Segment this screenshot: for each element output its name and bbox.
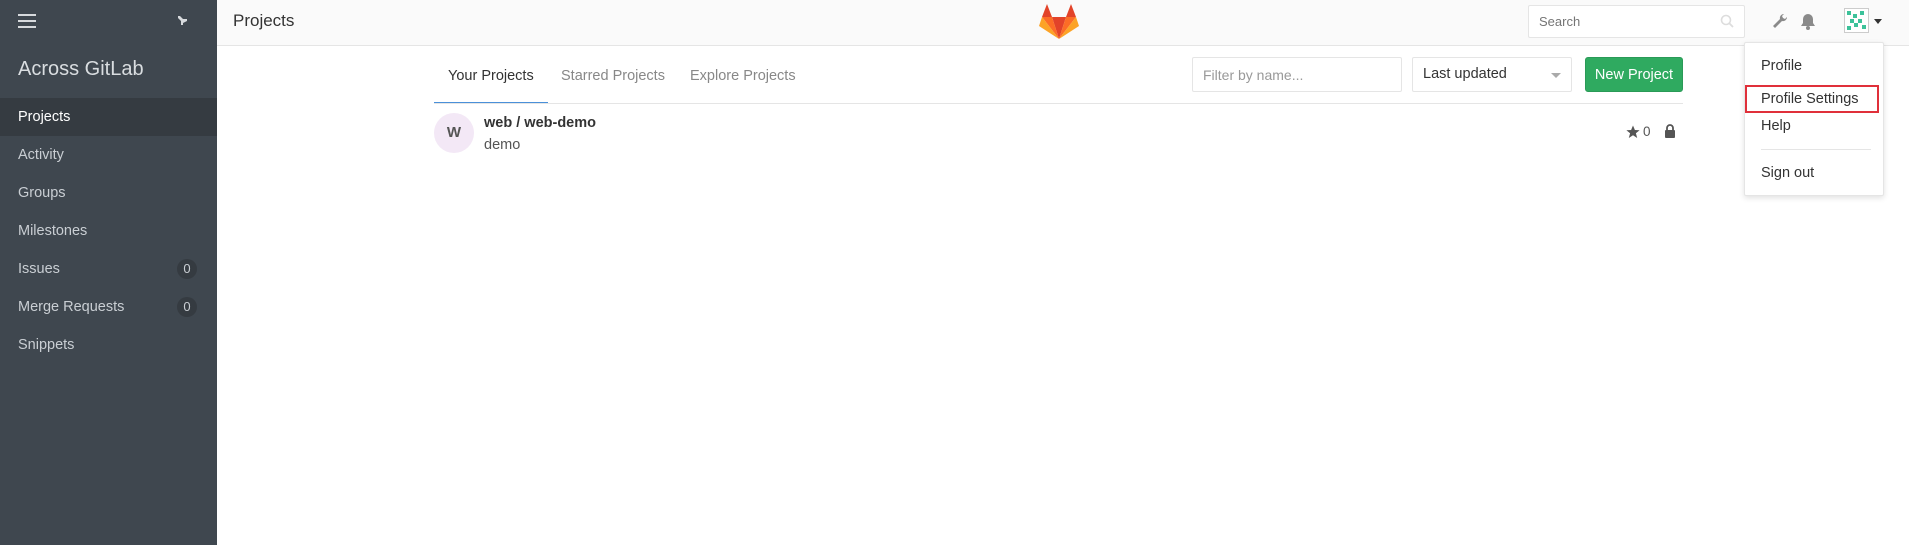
- pin-icon[interactable]: [172, 11, 192, 31]
- issues-count-badge: 0: [177, 259, 197, 279]
- star-count: 0: [1643, 124, 1651, 139]
- sidebar-item-label: Snippets: [18, 337, 75, 353]
- bell-icon[interactable]: [1797, 11, 1819, 33]
- sidebar-nav: Projects Activity Groups Milestones Issu…: [0, 98, 217, 364]
- brand-name[interactable]: Across GitLab: [18, 58, 144, 81]
- menu-item-profile[interactable]: Profile: [1745, 52, 1885, 80]
- tab-starred-projects[interactable]: Starred Projects: [561, 56, 665, 104]
- sidebar-item-projects[interactable]: Projects: [0, 98, 217, 136]
- tab-your-projects[interactable]: Your Projects: [434, 56, 548, 104]
- sidebar-item-milestones[interactable]: Milestones: [0, 212, 217, 250]
- star-icon: [1626, 125, 1640, 138]
- sidebar-item-label: Groups: [18, 185, 66, 201]
- sort-dropdown[interactable]: Last updated: [1412, 57, 1572, 92]
- sidebar-top: [0, 0, 217, 46]
- menu-item-profile-settings[interactable]: Profile Settings: [1745, 85, 1879, 113]
- project-avatar[interactable]: W: [434, 113, 474, 153]
- wrench-icon[interactable]: [1769, 11, 1791, 33]
- sidebar-item-label: Activity: [18, 147, 64, 163]
- sidebar-item-merge-requests[interactable]: Merge Requests 0: [0, 288, 217, 326]
- project-name-link[interactable]: web / web-demo: [484, 115, 596, 131]
- sidebar-item-label: Issues: [18, 261, 60, 277]
- filter-by-name-input[interactable]: [1192, 57, 1402, 92]
- user-avatar[interactable]: [1844, 8, 1869, 33]
- sidebar-item-activity[interactable]: Activity: [0, 136, 217, 174]
- sidebar-item-label: Merge Requests: [18, 299, 125, 315]
- search-icon: [1720, 14, 1734, 28]
- search-box[interactable]: [1528, 5, 1745, 38]
- menu-item-help[interactable]: Help: [1745, 112, 1885, 140]
- merge-requests-count-badge: 0: [177, 297, 197, 317]
- list-item: W web / web-demo demo 0: [434, 113, 1683, 157]
- new-project-button[interactable]: New Project: [1585, 57, 1683, 92]
- top-header: Projects: [217, 0, 1909, 46]
- sort-selected-value: Last updated: [1423, 66, 1507, 82]
- gitlab-logo-icon[interactable]: [1039, 3, 1079, 41]
- tab-explore-projects[interactable]: Explore Projects: [690, 56, 796, 104]
- hamburger-menu-icon[interactable]: [18, 14, 36, 28]
- sidebar-item-label: Projects: [18, 109, 71, 125]
- sidebar-item-issues[interactable]: Issues 0: [0, 250, 217, 288]
- menu-divider: [1761, 149, 1871, 150]
- sidebar-item-snippets[interactable]: Snippets: [0, 326, 217, 364]
- tabs-divider: [434, 103, 1683, 104]
- lock-icon: [1665, 124, 1675, 138]
- page-title: Projects: [233, 11, 295, 30]
- menu-item-sign-out[interactable]: Sign out: [1745, 159, 1885, 187]
- search-input[interactable]: [1529, 6, 1709, 37]
- chevron-down-icon[interactable]: [1874, 19, 1882, 24]
- sidebar-item-groups[interactable]: Groups: [0, 174, 217, 212]
- sidebar-item-label: Milestones: [18, 223, 88, 239]
- project-description: demo: [484, 137, 521, 153]
- chevron-down-icon: [1551, 73, 1561, 78]
- sidebar: Across GitLab Projects Activity Groups M…: [0, 0, 217, 545]
- user-dropdown-menu: Profile Profile Settings Help Sign out: [1744, 42, 1884, 196]
